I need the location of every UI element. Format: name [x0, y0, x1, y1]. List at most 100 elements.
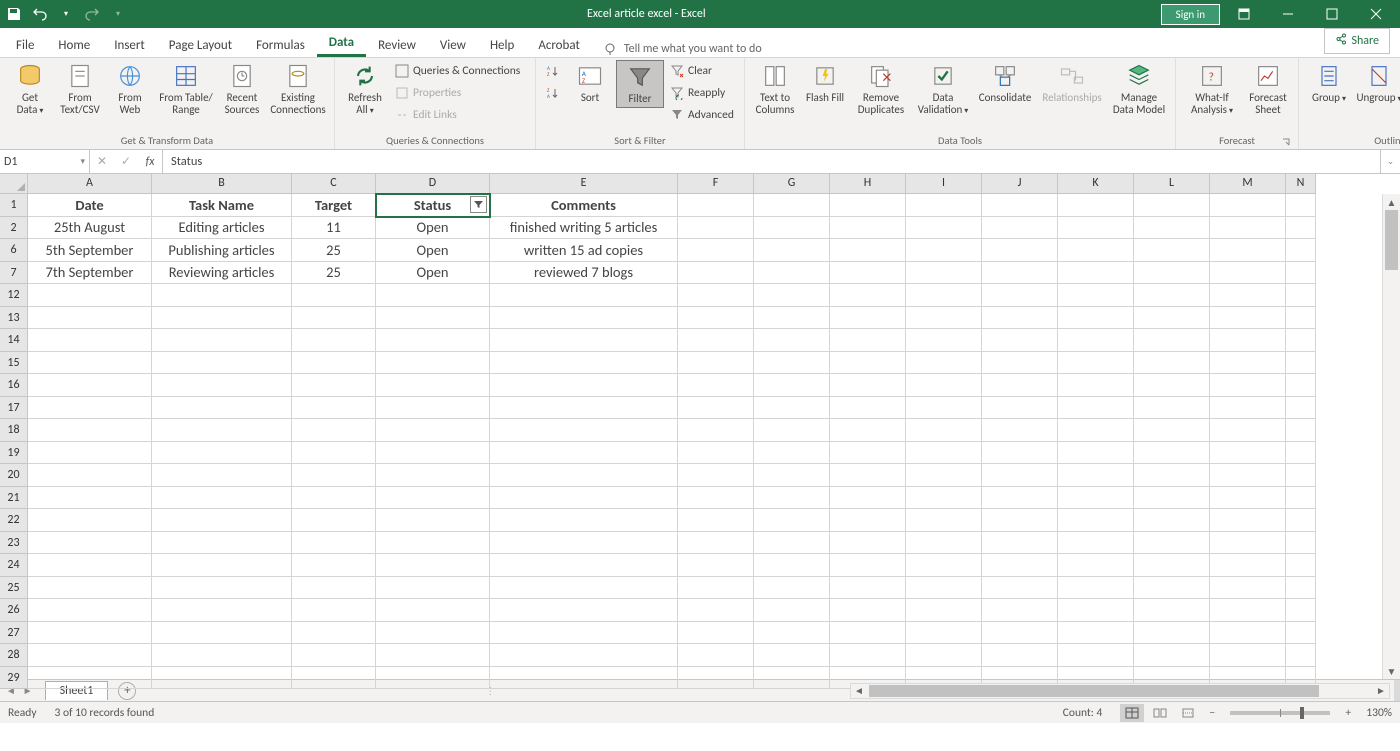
- forecast-dialog-launcher-icon[interactable]: [1280, 136, 1292, 148]
- cell-A14[interactable]: [28, 329, 152, 352]
- cell-D20[interactable]: [376, 464, 490, 487]
- get-data-button[interactable]: Get Data▾: [6, 60, 54, 118]
- row-header-13[interactable]: 13: [0, 307, 27, 330]
- cell-A2[interactable]: 25th August: [28, 217, 152, 240]
- cell-D29[interactable]: [376, 667, 490, 690]
- cell-G14[interactable]: [754, 329, 830, 352]
- tab-insert[interactable]: Insert: [102, 32, 157, 57]
- cell-J13[interactable]: [982, 307, 1058, 330]
- vscroll-thumb[interactable]: [1385, 210, 1398, 270]
- cell-K27[interactable]: [1058, 622, 1134, 645]
- cell-C7[interactable]: 25: [292, 262, 376, 285]
- column-header-B[interactable]: B: [152, 174, 292, 193]
- cell-A25[interactable]: [28, 577, 152, 600]
- cell-A21[interactable]: [28, 487, 152, 510]
- column-header-E[interactable]: E: [490, 174, 678, 193]
- column-header-N[interactable]: N: [1286, 174, 1316, 193]
- cell-F12[interactable]: [678, 284, 754, 307]
- cell-L7[interactable]: [1134, 262, 1210, 285]
- cell-A12[interactable]: [28, 284, 152, 307]
- cell-D23[interactable]: [376, 532, 490, 555]
- tab-acrobat[interactable]: Acrobat: [526, 32, 592, 57]
- cell-G19[interactable]: [754, 442, 830, 465]
- cell-H7[interactable]: [830, 262, 906, 285]
- cell-M6[interactable]: [1210, 239, 1286, 262]
- cell-B23[interactable]: [152, 532, 292, 555]
- cell-F13[interactable]: [678, 307, 754, 330]
- cell-L1[interactable]: [1134, 194, 1210, 217]
- cell-N13[interactable]: [1286, 307, 1316, 330]
- cell-N12[interactable]: [1286, 284, 1316, 307]
- cell-C17[interactable]: [292, 397, 376, 420]
- row-header-6[interactable]: 6: [0, 239, 27, 262]
- cell-M1[interactable]: [1210, 194, 1286, 217]
- row-header-12[interactable]: 12: [0, 284, 27, 307]
- cell-H23[interactable]: [830, 532, 906, 555]
- cell-M2[interactable]: [1210, 217, 1286, 240]
- cell-N7[interactable]: [1286, 262, 1316, 285]
- cell-F27[interactable]: [678, 622, 754, 645]
- cell-G29[interactable]: [754, 667, 830, 690]
- cell-B28[interactable]: [152, 644, 292, 667]
- cell-J26[interactable]: [982, 599, 1058, 622]
- remove-duplicates-button[interactable]: Remove Duplicates: [851, 60, 911, 118]
- row-header-27[interactable]: 27: [0, 622, 27, 645]
- hsplit-handle[interactable]: [1394, 680, 1400, 701]
- cell-C20[interactable]: [292, 464, 376, 487]
- sort-az-button[interactable]: AZ: [542, 60, 564, 82]
- cell-F6[interactable]: [678, 239, 754, 262]
- cell-F28[interactable]: [678, 644, 754, 667]
- cell-N21[interactable]: [1286, 487, 1316, 510]
- cell-H26[interactable]: [830, 599, 906, 622]
- cell-H25[interactable]: [830, 577, 906, 600]
- cell-J15[interactable]: [982, 352, 1058, 375]
- cell-H16[interactable]: [830, 374, 906, 397]
- cell-B29[interactable]: [152, 667, 292, 690]
- cell-J21[interactable]: [982, 487, 1058, 510]
- cell-B21[interactable]: [152, 487, 292, 510]
- zoom-in-button[interactable]: +: [1340, 706, 1356, 720]
- cell-F24[interactable]: [678, 554, 754, 577]
- cell-I13[interactable]: [906, 307, 982, 330]
- cell-B14[interactable]: [152, 329, 292, 352]
- cell-L2[interactable]: [1134, 217, 1210, 240]
- cell-K6[interactable]: [1058, 239, 1134, 262]
- cell-A24[interactable]: [28, 554, 152, 577]
- cell-I17[interactable]: [906, 397, 982, 420]
- cell-K2[interactable]: [1058, 217, 1134, 240]
- queries-connections-button[interactable]: Queries & Connections: [391, 60, 529, 82]
- cells-area[interactable]: DateTask NameTargetStatusComments25th Au…: [28, 194, 1316, 689]
- cell-E7[interactable]: reviewed 7 blogs: [490, 262, 678, 285]
- cell-G21[interactable]: [754, 487, 830, 510]
- cell-E18[interactable]: [490, 419, 678, 442]
- cell-D18[interactable]: [376, 419, 490, 442]
- formula-bar-input[interactable]: Status: [163, 154, 1380, 169]
- cell-I28[interactable]: [906, 644, 982, 667]
- tab-formulas[interactable]: Formulas: [244, 32, 317, 57]
- row-header-26[interactable]: 26: [0, 599, 27, 622]
- sort-za-button[interactable]: ZA: [542, 82, 564, 104]
- cell-E17[interactable]: [490, 397, 678, 420]
- row-header-19[interactable]: 19: [0, 442, 27, 465]
- cell-D26[interactable]: [376, 599, 490, 622]
- cell-C18[interactable]: [292, 419, 376, 442]
- cell-G18[interactable]: [754, 419, 830, 442]
- cell-C6[interactable]: 25: [292, 239, 376, 262]
- cell-I2[interactable]: [906, 217, 982, 240]
- cell-I12[interactable]: [906, 284, 982, 307]
- cell-N20[interactable]: [1286, 464, 1316, 487]
- cell-E15[interactable]: [490, 352, 678, 375]
- cell-C25[interactable]: [292, 577, 376, 600]
- cell-K23[interactable]: [1058, 532, 1134, 555]
- cell-M19[interactable]: [1210, 442, 1286, 465]
- cell-L28[interactable]: [1134, 644, 1210, 667]
- cell-N28[interactable]: [1286, 644, 1316, 667]
- cell-M16[interactable]: [1210, 374, 1286, 397]
- cell-D25[interactable]: [376, 577, 490, 600]
- cell-L6[interactable]: [1134, 239, 1210, 262]
- cell-M24[interactable]: [1210, 554, 1286, 577]
- cell-G15[interactable]: [754, 352, 830, 375]
- cell-F21[interactable]: [678, 487, 754, 510]
- cell-K26[interactable]: [1058, 599, 1134, 622]
- cell-L18[interactable]: [1134, 419, 1210, 442]
